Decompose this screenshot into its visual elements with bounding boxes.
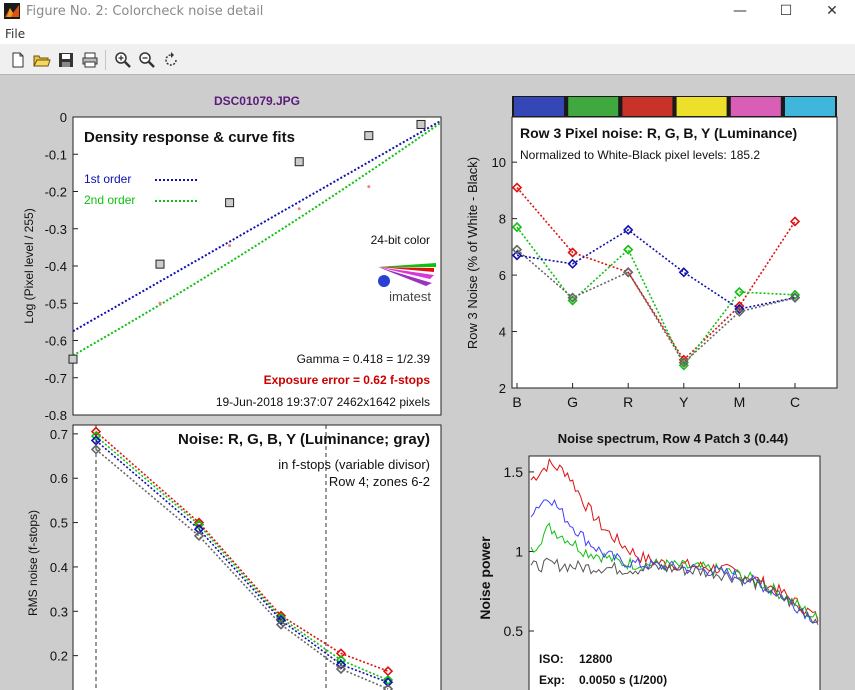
print-icon[interactable]	[80, 50, 100, 70]
exposure-error: Exposure error = 0.62 f-stops	[264, 373, 431, 387]
row-noise-y-label: Row 3 Noise (% of White - Black)	[465, 157, 480, 349]
exposure-value: 0.0050 s (1/200)	[579, 673, 667, 687]
density-measured-point	[68, 354, 78, 364]
spectrum-y-tick-label: 1	[515, 543, 523, 559]
exposure-label: Exp:	[539, 673, 565, 687]
row-noise-x-tick-label: B	[512, 394, 521, 410]
matlab-app-icon	[4, 3, 20, 19]
fstop-title: Noise: R, G, B, Y (Luminance; gray)	[178, 431, 430, 448]
density-panel: 0 -0.1 -0.2 -0.3 -0.4 -0.5 -0.6 -0.7 -0.8 Densit…	[22, 110, 442, 423]
color-patch	[676, 97, 727, 116]
fstop-note-2: Row 4; zones 6-2	[329, 474, 430, 489]
density-measured-point	[294, 157, 304, 167]
rotate-icon[interactable]	[161, 50, 181, 70]
fstop-y-label: RMS noise (f-stops)	[26, 510, 40, 616]
density-y-tick-label: -0.5	[45, 296, 67, 311]
density-y-tick-label: -0.7	[45, 371, 67, 386]
color-patch	[730, 97, 781, 116]
fstop-y-tick-label: 0.4	[50, 560, 68, 575]
open-folder-icon[interactable]	[32, 50, 52, 70]
image-filename: DSC01079.JPG	[214, 94, 300, 108]
menu-bar: File	[0, 24, 855, 44]
fstop-note-1: in f-stops (variable divisor)	[278, 457, 430, 472]
row-noise-y-tick-label: 6	[499, 268, 506, 283]
row-noise-panel: 2 4 6 8 10 B G R Y M C Row 3 Pixel noise: R, G, B…	[465, 96, 838, 410]
row-noise-y-tick-label: 4	[499, 325, 506, 340]
save-icon[interactable]	[56, 50, 76, 70]
row-noise-title: Row 3 Pixel noise: R, G, B, Y (Luminance…	[520, 125, 797, 141]
color-patch	[622, 97, 673, 116]
row-noise-subtitle: Normalized to White-Black pixel levels: …	[520, 148, 760, 162]
color-patch	[514, 97, 564, 116]
color-patch	[568, 97, 619, 116]
row-noise-y-tick-label: 10	[492, 155, 506, 170]
new-file-icon[interactable]	[8, 50, 28, 70]
capture-info: 19-Jun-2018 19:37:07 2462x1642 pixels	[216, 395, 430, 409]
row-noise-y-tick-label: 8	[499, 212, 506, 227]
density-residual-dot	[297, 207, 301, 211]
iso-value: 12800	[579, 652, 613, 666]
density-y-tick-label: -0.8	[45, 408, 67, 423]
density-y-tick-label: -0.6	[45, 334, 67, 349]
density-y-tick-label: -0.4	[45, 259, 67, 274]
density-measured-point	[416, 119, 426, 129]
zoom-in-icon[interactable]	[113, 50, 133, 70]
legend-2nd-order: 2nd order	[84, 193, 135, 207]
bit-depth-label: 24-bit color	[371, 233, 430, 247]
zoom-out-icon[interactable]	[137, 50, 157, 70]
close-button[interactable]: ✕	[809, 0, 855, 24]
density-residual-dot	[367, 185, 371, 189]
toolbar-separator	[105, 50, 106, 70]
density-residual-dot	[158, 301, 162, 305]
legend-1st-order: 1st order	[84, 172, 131, 186]
row-noise-x-tick-label: Y	[679, 394, 689, 410]
fstop-y-tick-label: 0.6	[50, 471, 68, 486]
density-y-tick-label: 0	[60, 110, 67, 125]
density-measured-point	[364, 131, 374, 141]
fstop-y-tick-label: 0.7	[50, 427, 68, 442]
spectrum-panel: Noise spectrum, Row 4 Patch 3 (0.44) 0.5…	[477, 431, 821, 690]
density-y-label: Log (Pixel level / 255)	[22, 208, 36, 323]
fstop-y-tick-label: 0.2	[50, 649, 68, 664]
fstop-y-tick-label: 0.3	[50, 604, 68, 619]
figure-canvas: DSC01079.JPG 0 -0.1 -0.2 -0.3 -0.4 -0.5 -0.6 -0…	[22, 94, 838, 690]
spectrum-axes	[528, 455, 821, 690]
density-measured-point	[225, 198, 235, 208]
density-residual-dot	[228, 244, 232, 248]
fstop-y-tick-label: 0.5	[50, 516, 68, 531]
density-y-tick-label: -0.3	[45, 222, 67, 237]
imatest-logo-text: imatest	[389, 289, 431, 304]
spectrum-y-label: Noise power	[477, 536, 493, 620]
row-noise-x-tick-label: M	[734, 394, 746, 410]
density-y-tick-label: -0.1	[45, 147, 67, 162]
density-y-tick-label: -0.2	[45, 185, 67, 200]
menu-file[interactable]: File	[5, 27, 25, 41]
color-patch	[785, 97, 835, 116]
spectrum-y-tick-label: 1.5	[504, 464, 524, 480]
gamma-value: Gamma = 0.418 = 1/2.39	[297, 352, 431, 366]
row-noise-x-tick-label: G	[567, 394, 578, 410]
spectrum-y-tick-label: 0.5	[504, 623, 524, 639]
iso-label: ISO:	[539, 652, 564, 666]
row-noise-y-tick-label: 2	[499, 381, 506, 396]
window-title-bar: Figure No. 2: Colorcheck noise detail — …	[0, 0, 855, 24]
window-title: Figure No. 2: Colorcheck noise detail	[26, 4, 264, 19]
maximize-button[interactable]: ☐	[763, 0, 809, 24]
density-measured-point	[155, 259, 165, 269]
minimize-button[interactable]: —	[717, 0, 763, 24]
row-noise-x-tick-label: R	[623, 394, 633, 410]
spectrum-title: Noise spectrum, Row 4 Patch 3 (0.44)	[558, 431, 788, 446]
row-noise-x-tick-label: C	[790, 394, 800, 410]
density-title: Density response & curve fits	[84, 129, 295, 146]
color-patch-strip	[512, 96, 837, 117]
toolbar	[0, 44, 855, 75]
fstop-noise-panel: 0.10.20.30.40.50.60.7 Noise: R, G, B, Y …	[26, 424, 442, 690]
